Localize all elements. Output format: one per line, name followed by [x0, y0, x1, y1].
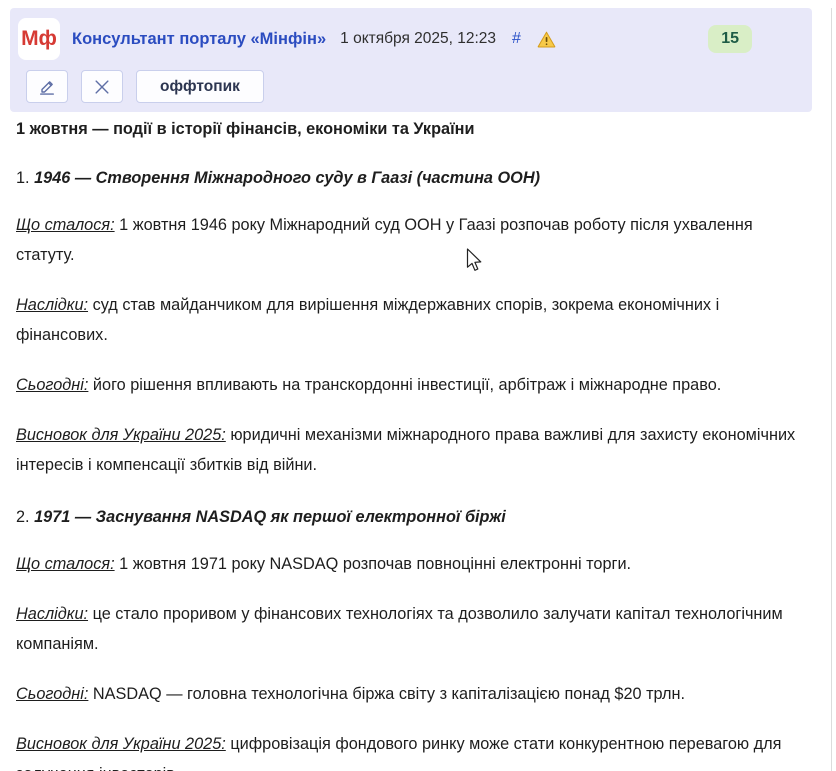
paragraph-text: 1 жовтня 1946 року Міжнародний суд ООН у…: [16, 216, 753, 264]
paragraph-label: Що сталося:: [16, 216, 115, 234]
avatar-monogram: Мф: [21, 27, 57, 50]
section-number: 2.: [16, 508, 30, 526]
avatar[interactable]: Мф: [18, 18, 60, 60]
paragraph-label: Сьогодні:: [16, 685, 89, 703]
post-paragraph: Висновок для України 2025: цифровізація …: [16, 729, 798, 771]
paragraph-label: Сьогодні:: [16, 376, 89, 394]
post-paragraph: Що сталося: 1 жовтня 1971 року NASDAQ ро…: [16, 549, 798, 579]
comment-page: Мф Консультант порталу «Мінфін» 1 октябр…: [0, 8, 836, 771]
offtopic-button-label: оффтопик: [160, 77, 240, 95]
comment-date: 1 октября 2025, 12:23: [340, 30, 497, 47]
section-heading: 1. 1946 — Створення Міжнародного суду в …: [16, 167, 798, 190]
post-paragraph: Наслідки: суд став майданчиком для виріш…: [16, 290, 798, 350]
post-paragraph: Висновок для України 2025: юридичні меха…: [16, 420, 798, 480]
paragraph-text: це стало проривом у фінансових технологі…: [16, 605, 783, 653]
username-link[interactable]: Консультант порталу «Мінфін»: [72, 30, 326, 49]
close-icon: [95, 79, 109, 94]
paragraph-text: 1 жовтня 1971 року NASDAQ розпочав повно…: [119, 555, 632, 573]
paragraph-label: Наслідки:: [16, 605, 89, 623]
section-heading-text: 1946 — Створення Міжнародного суду в Гаа…: [34, 169, 541, 187]
edit-button[interactable]: [26, 70, 68, 103]
paragraph-label: Висновок для України 2025:: [16, 426, 226, 444]
comment-body: 1 жовтня — події в історії фінансів, еко…: [16, 118, 798, 771]
comment-actions-row: оффтопик: [26, 70, 796, 103]
scrollbar-track[interactable]: [831, 8, 832, 771]
comment-header-row: Мф Консультант порталу «Мінфін» 1 октябр…: [18, 18, 796, 60]
paragraph-text: його рішення впливають на транскордонні …: [92, 376, 722, 394]
comment-header-card: Мф Консультант порталу «Мінфін» 1 октябр…: [10, 8, 812, 112]
post-title: 1 жовтня — події в історії фінансів, еко…: [16, 120, 475, 138]
paragraph-text: NASDAQ — головна технологічна біржа світ…: [92, 685, 686, 703]
post-paragraph: Що сталося: 1 жовтня 1946 року Міжнародн…: [16, 210, 798, 270]
warning-icon[interactable]: [537, 31, 556, 48]
offtopic-button[interactable]: оффтопик: [136, 70, 264, 103]
score-badge[interactable]: 15: [708, 25, 752, 53]
paragraph-label: Що сталося:: [16, 555, 115, 573]
post-paragraph: Сьогодні: його рішення впливають на тран…: [16, 370, 798, 400]
post-paragraph: Наслідки: це стало проривом у фінансових…: [16, 599, 798, 659]
section-number: 1.: [16, 169, 30, 187]
paragraph-label: Висновок для України 2025:: [16, 735, 226, 753]
section-heading-text: 1971 — Заснування NASDAQ як першої елект…: [34, 508, 506, 526]
anchor-link[interactable]: #: [512, 30, 521, 48]
paragraph-label: Наслідки:: [16, 296, 89, 314]
paragraph-text: суд став майданчиком для вирішення міжде…: [16, 296, 720, 344]
delete-button[interactable]: [81, 70, 123, 103]
pencil-icon: [40, 80, 54, 95]
post-paragraph: Сьогодні: NASDAQ — головна технологічна …: [16, 679, 798, 709]
section-heading: 2. 1971 — Заснування NASDAQ як першої ел…: [16, 506, 798, 529]
warning-triangle-icon: [537, 31, 556, 47]
